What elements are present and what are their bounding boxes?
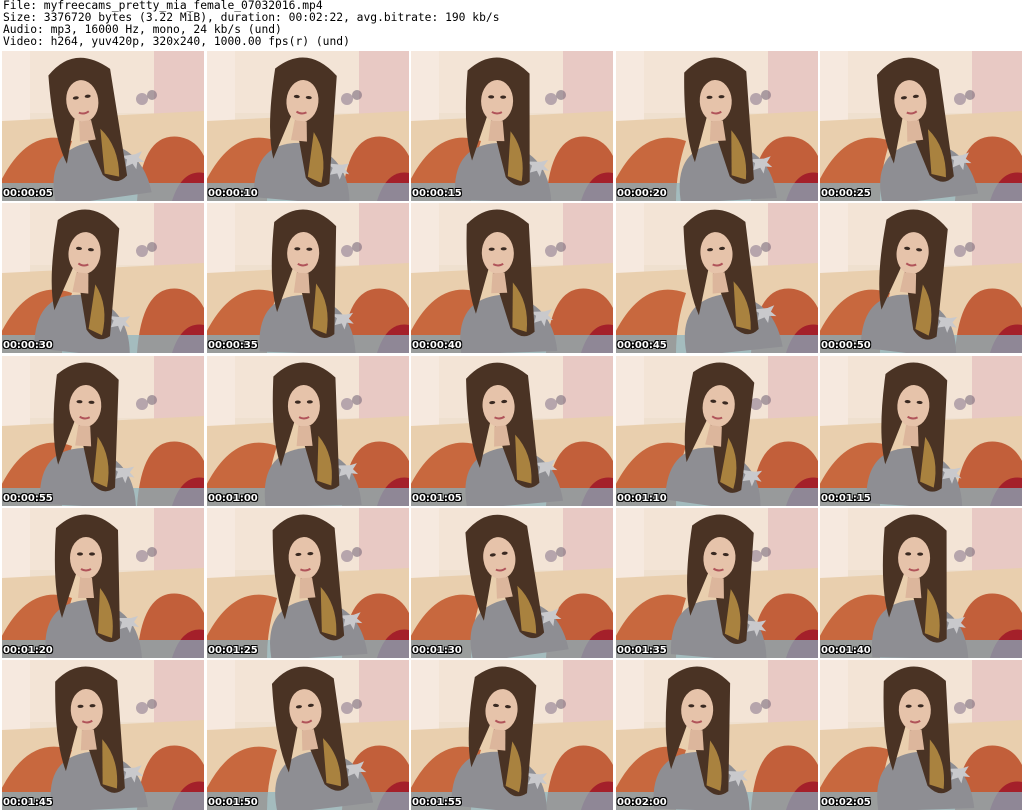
video-thumbnail: 00:00:20	[616, 51, 818, 201]
video-thumbnail: 00:01:05	[411, 356, 613, 506]
thumbnail-frame-image	[2, 508, 204, 658]
video-thumbnail: 00:00:30	[2, 203, 204, 353]
thumbnail-frame-image	[411, 660, 613, 810]
thumbnail-frame-image	[207, 203, 409, 353]
video-info-line: Video: h264, yuv420p, 320x240, 1000.00 f…	[3, 36, 350, 48]
thumbnail-frame-image	[2, 660, 204, 810]
file-info-header: File: myfreecams_pretty_mia_female_07032…	[3, 0, 1021, 50]
thumbnail-frame-image	[616, 508, 818, 658]
thumbnail-timestamp: 00:00:05	[3, 188, 53, 199]
thumbnail-frame-image	[207, 51, 409, 201]
thumbnail-frame-image	[820, 51, 1022, 201]
thumbnail-timestamp: 00:01:40	[821, 645, 871, 656]
video-thumbnail: 00:00:35	[207, 203, 409, 353]
thumbnail-timestamp: 00:01:45	[3, 797, 53, 808]
video-thumbnail: 00:01:45	[2, 660, 204, 810]
thumbnail-frame-image	[2, 356, 204, 506]
thumbnail-timestamp: 00:00:30	[3, 340, 53, 351]
thumbnail-frame-image	[616, 51, 818, 201]
video-thumbnail: 00:00:55	[2, 356, 204, 506]
thumbnail-timestamp: 00:01:55	[412, 797, 462, 808]
file-size-line: Size: 3376720 bytes (3.22 MiB), duration…	[3, 12, 500, 24]
thumbnail-frame-image	[2, 51, 204, 201]
thumbnail-frame-image	[2, 203, 204, 353]
video-thumbnail: 00:01:25	[207, 508, 409, 658]
video-thumbnail: 00:01:10	[616, 356, 818, 506]
video-thumbnail: 00:00:15	[411, 51, 613, 201]
thumbnail-timestamp: 00:00:25	[821, 188, 871, 199]
thumbnail-frame-image	[616, 660, 818, 810]
thumbnail-timestamp: 00:01:25	[208, 645, 258, 656]
thumbnail-timestamp: 00:01:20	[3, 645, 53, 656]
thumbnail-frame-image	[820, 660, 1022, 810]
thumbnail-timestamp: 00:00:35	[208, 340, 258, 351]
video-thumbnail: 00:01:35	[616, 508, 818, 658]
thumbnail-timestamp: 00:00:45	[617, 340, 667, 351]
video-thumbnail: 00:02:05	[820, 660, 1022, 810]
video-thumbnail: 00:01:50	[207, 660, 409, 810]
thumbnail-frame-image	[207, 508, 409, 658]
thumbnail-timestamp: 00:01:50	[208, 797, 258, 808]
thumbnail-timestamp: 00:01:10	[617, 493, 667, 504]
thumbnail-frame-image	[820, 508, 1022, 658]
thumbnail-timestamp: 00:00:10	[208, 188, 258, 199]
thumbnail-timestamp: 00:01:30	[412, 645, 462, 656]
thumbnail-timestamp: 00:02:00	[617, 797, 667, 808]
audio-info-line: Audio: mp3, 16000 Hz, mono, 24 kb/s (und…	[3, 24, 282, 36]
thumbnail-frame-image	[616, 203, 818, 353]
thumbnail-timestamp: 00:01:15	[821, 493, 871, 504]
thumbnail-timestamp: 00:01:05	[412, 493, 462, 504]
video-thumbnail: 00:01:55	[411, 660, 613, 810]
thumbnail-timestamp: 00:01:35	[617, 645, 667, 656]
video-thumbnail: 00:00:45	[616, 203, 818, 353]
thumbnail-timestamp: 00:00:15	[412, 188, 462, 199]
video-thumbnail: 00:00:40	[411, 203, 613, 353]
thumbnail-frame-image	[411, 203, 613, 353]
video-thumbnail: 00:01:40	[820, 508, 1022, 658]
thumbnail-timestamp: 00:00:40	[412, 340, 462, 351]
video-thumbnail: 00:01:15	[820, 356, 1022, 506]
thumbnail-frame-image	[411, 356, 613, 506]
video-thumbnail: 00:00:10	[207, 51, 409, 201]
video-thumbnail: 00:00:25	[820, 51, 1022, 201]
thumbnail-frame-image	[207, 356, 409, 506]
thumbnail-frame-image	[207, 660, 409, 810]
thumbnail-timestamp: 00:00:55	[3, 493, 53, 504]
thumbnail-timestamp: 00:00:50	[821, 340, 871, 351]
thumbnail-timestamp: 00:01:00	[208, 493, 258, 504]
thumbnail-timestamp: 00:00:20	[617, 188, 667, 199]
thumbnail-grid: 00:00:05 00:00:10 00:00:15 00:00:20 00:00:25…	[2, 51, 1022, 810]
thumbnail-frame-image	[411, 51, 613, 201]
video-thumbnail: 00:01:30	[411, 508, 613, 658]
thumbnail-timestamp: 00:02:05	[821, 797, 871, 808]
video-thumbnail: 00:02:00	[616, 660, 818, 810]
video-thumbnail: 00:00:05	[2, 51, 204, 201]
thumbnail-frame-image	[820, 356, 1022, 506]
thumbnail-frame-image	[820, 203, 1022, 353]
thumbnail-frame-image	[411, 508, 613, 658]
video-thumbnail: 00:01:00	[207, 356, 409, 506]
video-thumbnail: 00:01:20	[2, 508, 204, 658]
video-thumbnail: 00:00:50	[820, 203, 1022, 353]
file-name-line: File: myfreecams_pretty_mia_female_07032…	[3, 0, 323, 12]
thumbnail-frame-image	[616, 356, 818, 506]
